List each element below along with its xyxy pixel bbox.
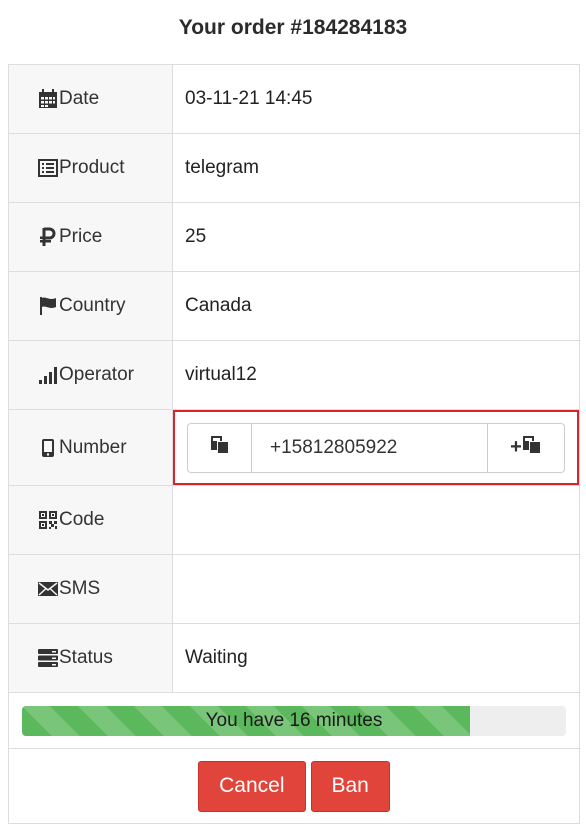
country-label: Country bbox=[59, 295, 126, 316]
operator-label: Operator bbox=[59, 364, 134, 385]
row-sms: SMS bbox=[8, 554, 580, 624]
progress-text: You have 16 minutes bbox=[205, 709, 383, 731]
row-status: Status Waiting bbox=[8, 623, 580, 693]
number-input-group: +15812805922 + bbox=[187, 422, 565, 473]
date-label: Date bbox=[59, 88, 100, 109]
row-number: Number +15812805922 + bbox=[8, 409, 580, 486]
code-value bbox=[172, 485, 580, 555]
price-label: Price bbox=[59, 226, 103, 247]
order-table: Date 03-11-21 14:45 Product telegram Pri… bbox=[8, 64, 580, 824]
product-label: Product bbox=[59, 157, 125, 178]
page-title: Your order #184284183 bbox=[178, 16, 408, 39]
copy-icon bbox=[522, 435, 542, 461]
server-icon bbox=[37, 647, 59, 669]
cancel-button[interactable]: Cancel bbox=[198, 760, 306, 812]
status-label: Status bbox=[59, 647, 113, 668]
plus-label: + bbox=[510, 436, 522, 458]
sms-label: SMS bbox=[59, 578, 101, 599]
row-code: Code bbox=[8, 485, 580, 555]
signal-icon bbox=[37, 364, 59, 386]
flag-icon bbox=[37, 295, 59, 317]
row-actions: Cancel Ban bbox=[8, 748, 580, 824]
date-value: 03-11-21 14:45 bbox=[172, 64, 580, 134]
code-label: Code bbox=[59, 509, 105, 530]
qrcode-icon bbox=[37, 509, 59, 531]
mobile-icon bbox=[37, 437, 59, 459]
row-price: Price 25 bbox=[8, 202, 580, 272]
country-value: Canada bbox=[172, 271, 580, 341]
copy-icon bbox=[210, 435, 230, 461]
product-value: telegram bbox=[172, 133, 580, 203]
sms-value bbox=[172, 554, 580, 624]
phone-number-field[interactable]: +15812805922 bbox=[252, 422, 487, 473]
list-icon bbox=[37, 157, 59, 179]
ban-button[interactable]: Ban bbox=[310, 760, 390, 812]
row-country: Country Canada bbox=[8, 271, 580, 341]
envelope-icon bbox=[37, 578, 59, 600]
row-progress: You have 16 minutes bbox=[8, 692, 580, 749]
ruble-icon bbox=[37, 226, 59, 248]
status-value: Waiting bbox=[172, 623, 580, 693]
operator-value: virtual12 bbox=[172, 340, 580, 410]
row-operator: Operator virtual12 bbox=[8, 340, 580, 410]
calendar-icon bbox=[37, 88, 59, 110]
time-progress-bar: You have 16 minutes bbox=[22, 705, 566, 736]
price-value: 25 bbox=[172, 202, 580, 272]
copy-number-button[interactable] bbox=[187, 422, 252, 473]
copy-number-without-plus-button[interactable]: + bbox=[487, 422, 565, 473]
number-label: Number bbox=[59, 436, 127, 458]
row-product: Product telegram bbox=[8, 133, 580, 203]
row-date: Date 03-11-21 14:45 bbox=[8, 64, 580, 134]
number-highlight: +15812805922 + bbox=[173, 410, 579, 485]
